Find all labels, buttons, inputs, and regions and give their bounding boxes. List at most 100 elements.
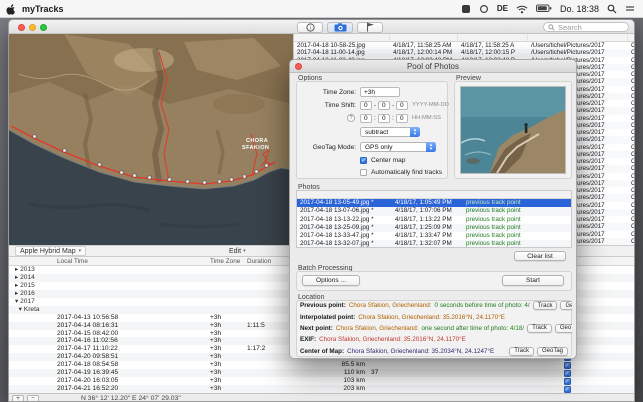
tree-cell[interactable]: ▾ Kreta xyxy=(9,306,53,314)
shift-month-field[interactable]: 0 xyxy=(378,101,390,110)
tree-cell[interactable] xyxy=(9,314,53,322)
shift-mode-select[interactable]: subtract ▲▼ xyxy=(360,127,420,137)
edit-menu-button[interactable]: Edit ▾ xyxy=(229,248,246,255)
visibility-checkbox-cell[interactable]: ✓ xyxy=(557,369,577,377)
apple-logo-icon[interactable] xyxy=(6,3,16,15)
map-type-selector[interactable]: Apple Hybrid Map ▾ xyxy=(15,246,86,256)
visibility-checkbox-cell[interactable]: ✓ xyxy=(557,385,577,393)
info-button[interactable]: i xyxy=(297,22,323,33)
flag-button[interactable] xyxy=(357,22,383,33)
cell-city: Chora Sfakion xyxy=(628,86,635,93)
checkbox[interactable]: ✓ xyxy=(564,378,571,385)
checkbox[interactable]: ✓ xyxy=(564,386,571,393)
dialog-photo-row[interactable]: 2017-04-18 13-25-09.jpg * 4/18/17, 1:25:… xyxy=(297,224,571,232)
tree-cell[interactable] xyxy=(9,345,53,353)
app-extra-icon[interactable] xyxy=(461,4,471,14)
track-table-row[interactable]: 2017-04-20 16:03:05 +3h 103 km ✓ xyxy=(9,377,635,385)
dialog-close-button[interactable] xyxy=(295,63,302,70)
help-button[interactable]: ? xyxy=(347,114,355,122)
tree-cell[interactable] xyxy=(9,385,53,393)
dialog-photos-column-header[interactable] xyxy=(297,191,392,198)
tree-cell[interactable] xyxy=(9,322,53,330)
shift-year-field[interactable]: 0 xyxy=(360,101,372,110)
remove-track-button[interactable]: − xyxy=(27,395,39,402)
cell-path xyxy=(535,216,571,224)
photo-pool-camera-button[interactable] xyxy=(327,22,353,33)
map-view[interactable]: CHORA SFAKION xyxy=(9,34,293,245)
dialog-photos-column-header[interactable] xyxy=(535,191,571,198)
close-button[interactable] xyxy=(18,24,25,31)
dialog-photos-column-header[interactable] xyxy=(463,191,535,198)
shift-day-field[interactable]: 0 xyxy=(396,101,408,110)
battery-icon[interactable] xyxy=(536,4,552,13)
photo-table-column-header[interactable] xyxy=(628,34,635,41)
batch-options-button[interactable]: Options ... xyxy=(302,275,360,286)
tree-cell[interactable]: ▸ 2014 xyxy=(9,274,53,282)
zoom-button[interactable] xyxy=(40,24,47,31)
dialog-photo-row[interactable]: 2017-04-18 13-32-07.jpg * 4/18/17, 1:32:… xyxy=(297,240,571,248)
shift-second-field[interactable]: 0 xyxy=(396,114,408,123)
time-separator: : xyxy=(374,115,376,122)
menu-app-name[interactable]: myTracks xyxy=(22,4,64,14)
track-table-row[interactable]: 2017-04-21 16:52:20 +3h 203 km ✓ xyxy=(9,385,635,393)
photo-table-column-header[interactable] xyxy=(458,34,528,41)
track-button[interactable]: Track xyxy=(533,301,558,310)
auto-find-tracks-checkbox[interactable] xyxy=(360,169,367,176)
main-window: i Search xyxy=(8,19,635,402)
minimize-button[interactable] xyxy=(29,24,36,31)
tree-cell[interactable]: ▾ 2017 xyxy=(9,298,53,306)
tree-cell[interactable]: ▸ 2013 xyxy=(9,266,53,274)
geotag-mode-select[interactable]: GPS only ▲▼ xyxy=(360,142,436,152)
tree-cell[interactable]: ▸ 2015 xyxy=(9,282,53,290)
dialog-photo-row[interactable]: 2017-04-18 13-13-22.jpg * 4/18/17, 1:13:… xyxy=(297,216,571,224)
tree-cell[interactable]: ▸ 2016 xyxy=(9,290,53,298)
track-table-row[interactable]: 2017-04-19 16:39:45 +3h 110 km 37 ✓ xyxy=(9,369,635,377)
tree-cell[interactable] xyxy=(9,377,53,385)
tree-cell[interactable] xyxy=(9,353,53,361)
column-local-time[interactable]: Local Time xyxy=(57,257,88,266)
checkbox[interactable]: ✓ xyxy=(564,362,571,369)
track-table-row[interactable]: 2017-04-18 08:54:58 +3h 85.5 km ✓ xyxy=(9,361,635,369)
track-button[interactable]: Track xyxy=(527,324,552,333)
batch-start-button[interactable]: Start xyxy=(502,275,564,286)
tree-cell[interactable] xyxy=(9,337,53,345)
checkbox[interactable]: ✓ xyxy=(564,370,571,377)
cell-city: Chora Sfakion xyxy=(628,187,635,194)
menu-clock[interactable]: Do. 18:38 xyxy=(560,4,599,14)
add-track-button[interactable]: + xyxy=(12,395,24,402)
photo-table-column-header[interactable] xyxy=(528,34,628,41)
clear-list-button[interactable]: Clear list xyxy=(514,251,566,261)
dialog-photo-row[interactable]: 2017-04-18 13-07-06.jpg * 4/18/17, 1:07:… xyxy=(297,207,571,215)
track-button[interactable]: Track xyxy=(509,347,534,356)
geotag-button[interactable]: GeoTag xyxy=(560,301,572,310)
column-time-zone[interactable]: Time Zone xyxy=(210,257,240,266)
visibility-checkbox-cell[interactable]: ✓ xyxy=(557,361,577,369)
column-duration[interactable]: Duration xyxy=(247,257,271,266)
dialog-photo-row[interactable]: 2017-04-18 13-33-47.jpg * 4/18/17, 1:33:… xyxy=(297,232,571,240)
time-zone-field[interactable]: +3h xyxy=(360,87,400,97)
cell-batch-preview: previous track point xyxy=(463,199,535,207)
center-map-checkbox[interactable]: ✓ xyxy=(360,157,367,164)
dialog-title: Pool of Photos xyxy=(407,62,459,71)
photo-table-row[interactable]: 2017-04-18 11-00-14.jpg 4/18/17, 12:00:1… xyxy=(294,49,635,56)
notification-center-icon[interactable] xyxy=(625,4,635,14)
wifi-icon[interactable] xyxy=(516,4,528,14)
dialog-photos-column-header[interactable] xyxy=(392,191,463,198)
shift-hour-field[interactable]: 0 xyxy=(360,114,372,123)
photo-table-column-header[interactable] xyxy=(294,34,390,41)
spotlight-icon[interactable] xyxy=(607,4,617,14)
search-input[interactable]: Search xyxy=(543,22,629,32)
tree-cell[interactable] xyxy=(9,361,53,369)
photo-table-row[interactable]: 2017-04-18 10-58-25.jpg 4/18/17, 11:58:2… xyxy=(294,42,635,49)
tree-cell[interactable] xyxy=(9,369,53,377)
geotag-button[interactable]: GeoTag xyxy=(537,347,568,356)
visibility-checkbox-cell[interactable]: ✓ xyxy=(557,377,577,385)
dialog-titlebar[interactable]: Pool of Photos xyxy=(290,60,576,73)
keyboard-layout-menu[interactable]: DE xyxy=(497,4,508,13)
tree-cell[interactable] xyxy=(9,330,53,338)
geotag-button[interactable]: GeoTag xyxy=(555,324,572,333)
status-extra-icon[interactable] xyxy=(479,4,489,14)
dialog-photo-row[interactable]: 2017-04-18 13-05-49.jpg * 4/18/17, 1:05:… xyxy=(297,199,571,207)
shift-minute-field[interactable]: 0 xyxy=(378,114,390,123)
photo-table-column-header[interactable] xyxy=(390,34,458,41)
